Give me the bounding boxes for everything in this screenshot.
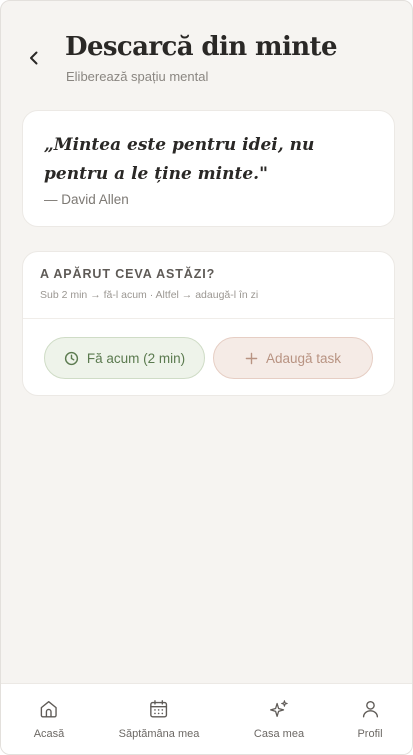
quick-capture-card: A APĂRUT CEVA ASTĂZI? Sub 2 min → fă-l a… bbox=[22, 251, 395, 396]
bottom-nav: Acasă Săptămâna mea Casa mea Profil bbox=[1, 683, 412, 754]
app-screen: Descarcă din minte Eliberează spațiu men… bbox=[0, 0, 413, 755]
nav-label-week: Săptămâna mea bbox=[118, 728, 200, 740]
back-button[interactable] bbox=[23, 47, 45, 69]
quote-card: „Mintea este pentru idei, nu pentru a le… bbox=[22, 110, 395, 227]
nav-item-week[interactable]: Săptămâna mea bbox=[118, 697, 200, 740]
add-task-label: Adaugă task bbox=[265, 350, 342, 366]
nav-item-home[interactable]: Acasă bbox=[33, 697, 65, 740]
sparkles-icon bbox=[267, 697, 291, 721]
calendar-icon bbox=[147, 697, 171, 721]
nav-item-profile[interactable]: Profil bbox=[357, 697, 383, 740]
page-title: Descarcă din minte bbox=[65, 32, 337, 62]
do-now-label: Fă acum (2 min) bbox=[86, 350, 186, 366]
clock-icon bbox=[64, 351, 79, 366]
capture-hint: Sub 2 min → fă-l acum · Altfel → adaugă-… bbox=[40, 289, 259, 301]
nav-label-my-home: Casa mea bbox=[253, 728, 305, 740]
page-subtitle: Eliberează spațiu mental bbox=[66, 69, 209, 84]
capture-heading: A APĂRUT CEVA ASTĂZI? bbox=[40, 267, 216, 281]
home-icon bbox=[37, 697, 61, 721]
quote-author: — David Allen bbox=[44, 192, 129, 207]
do-now-button[interactable]: Fă acum (2 min) bbox=[44, 337, 205, 379]
chevron-left-icon bbox=[30, 51, 38, 65]
nav-label-profile: Profil bbox=[357, 728, 383, 740]
nav-label-home: Acasă bbox=[33, 728, 65, 740]
quote-text: „Mintea este pentru idei, nu pentru a le… bbox=[44, 135, 315, 184]
plus-icon bbox=[245, 352, 258, 365]
nav-item-my-home[interactable]: Casa mea bbox=[254, 697, 304, 740]
add-task-button[interactable]: Adaugă task bbox=[213, 337, 373, 379]
divider bbox=[23, 318, 394, 319]
user-icon bbox=[358, 697, 382, 721]
